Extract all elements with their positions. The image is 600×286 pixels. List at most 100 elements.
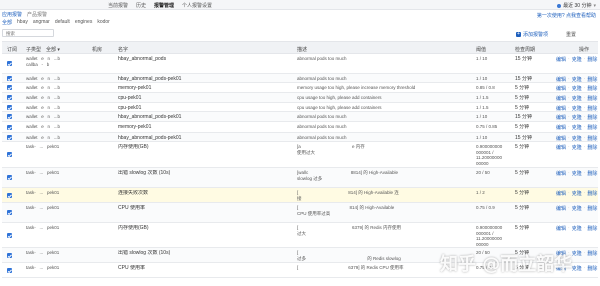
tab-default[interactable]: default [55, 19, 70, 26]
clone-link[interactable]: 克隆 [572, 225, 582, 232]
nav-history[interactable]: 历史 [136, 2, 146, 9]
delete-link[interactable]: 删除 [587, 85, 597, 92]
clone-link[interactable]: 克隆 [572, 144, 582, 151]
edit-link[interactable]: 编辑 [556, 144, 566, 151]
clone-link[interactable]: 克隆 [572, 124, 582, 131]
table-row[interactable]: task- ... pek01 内存使用(GB) [ 6379] 的 Redis 内… [2, 223, 598, 248]
delete-link[interactable]: 删除 [587, 105, 597, 112]
header-threshold[interactable]: 阈值 [476, 46, 486, 53]
clone-link[interactable]: 克隆 [572, 205, 582, 212]
table-row[interactable]: task- ... pek01 CPU 使用率 [ 814] 的 High-Avai… [2, 203, 598, 223]
delete-link[interactable]: 删除 [587, 225, 597, 232]
tab-hbay[interactable]: hbay [17, 19, 28, 26]
clone-link[interactable]: 克隆 [572, 85, 582, 92]
header-description[interactable]: 描述 [297, 46, 307, 53]
clone-link[interactable]: 克隆 [572, 265, 582, 272]
delete-link[interactable]: 删除 [587, 250, 597, 257]
edit-link[interactable]: 编辑 [556, 85, 566, 92]
clone-link[interactable]: 克隆 [572, 250, 582, 257]
edit-link[interactable]: 编辑 [556, 205, 566, 212]
subscribe-checkbox[interactable] [7, 268, 12, 273]
clone-link[interactable]: 克隆 [572, 95, 582, 102]
delete-link[interactable]: 删除 [587, 190, 597, 197]
delete-link[interactable]: 删除 [587, 265, 597, 272]
search-input[interactable] [3, 30, 53, 36]
subscribe-checkbox[interactable] [7, 135, 12, 140]
delete-link[interactable]: 删除 [587, 205, 597, 212]
nav-personal-settings[interactable]: 个人报警设置 [182, 2, 212, 9]
subscribe-checkbox[interactable] [7, 105, 12, 110]
nav-current-alarm[interactable]: 当前报警 [108, 2, 128, 9]
add-alarm-button[interactable]: + 添加报警项 [516, 31, 548, 38]
clone-link[interactable]: 克隆 [572, 170, 582, 177]
table-row[interactable]: task- ... pek01 内存使用(GB) [a e 内存 使用过大 0.900… [2, 142, 598, 168]
subscribe-checkbox[interactable] [7, 210, 12, 215]
edit-link[interactable]: 编辑 [556, 56, 566, 63]
subscribe-checkbox[interactable] [7, 114, 12, 119]
subscribe-checkbox[interactable] [7, 95, 12, 100]
subscribe-checkbox[interactable] [7, 253, 12, 258]
table-row[interactable]: wallet e n ...b hbay_abnormal_pods-pek01 a… [2, 112, 598, 122]
table-row[interactable]: wallet e n ...b memory-pek01 memory usage … [2, 83, 598, 93]
clone-link[interactable]: 克隆 [572, 76, 582, 83]
header-period[interactable]: 检查周期 [515, 46, 535, 53]
nav-alarm-manage[interactable]: 报警管理 [154, 2, 174, 9]
help-link[interactable]: 第一次使用? 点我查看帮助 [537, 12, 596, 19]
table-row[interactable]: wallet e n ...b memory-pek01 abnormal pods… [2, 122, 598, 133]
table-row[interactable]: wallet e n ...b hbay_abnormal_pods-pek01 a… [2, 133, 598, 142]
edit-link[interactable]: 编辑 [556, 124, 566, 131]
edit-link[interactable]: 编辑 [556, 135, 566, 142]
delete-link[interactable]: 删除 [587, 144, 597, 151]
table-row[interactable]: wallet e n ...b cpu-pek01 cpu usage too hi… [2, 103, 598, 112]
delete-link[interactable]: 删除 [587, 114, 597, 121]
clone-link[interactable]: 克隆 [572, 135, 582, 142]
subscribe-checkbox[interactable] [7, 233, 12, 238]
header-subtype[interactable]: 子类型 [26, 46, 41, 53]
table-row[interactable]: wallet e n ...b callba - b hbay_abnormal_p… [2, 54, 598, 74]
delete-link[interactable]: 删除 [587, 95, 597, 102]
subscribe-checkbox[interactable] [7, 61, 12, 66]
tab-angmar[interactable]: angmar [33, 19, 50, 26]
table-row[interactable]: wallet e n ...b hbay_abnormal_pods-pek01 a… [2, 74, 598, 83]
subscribe-checkbox[interactable] [7, 76, 12, 81]
table-row[interactable]: wallet e n ...b cpu-pek01 cpu usage too hi… [2, 93, 598, 103]
time-range-selector[interactable]: 最近 30 分钟 ▾ [557, 2, 596, 9]
table-row[interactable]: task- ... pek01 连接失败次数 [ 814] 的 High-Avail… [2, 188, 598, 203]
reset-button[interactable]: 重置 [566, 31, 576, 38]
delete-link[interactable]: 删除 [587, 56, 597, 63]
tab-kodor[interactable]: kodor [97, 19, 110, 26]
edit-link[interactable]: 编辑 [556, 76, 566, 83]
edit-link[interactable]: 编辑 [556, 95, 566, 102]
header-all-filter[interactable]: 全部 ▾ [46, 46, 60, 53]
subscribe-checkbox[interactable] [7, 152, 12, 157]
subscribe-checkbox[interactable] [7, 125, 12, 130]
delete-link[interactable]: 删除 [587, 76, 597, 83]
subscribe-checkbox[interactable] [7, 193, 12, 198]
cell-subtype: task- ... pek01 [26, 225, 60, 230]
header-subscribe[interactable]: 订阅 [7, 46, 17, 53]
edit-link[interactable]: 编辑 [556, 114, 566, 121]
clone-link[interactable]: 克隆 [572, 105, 582, 112]
clone-link[interactable]: 克隆 [572, 114, 582, 121]
tab-all[interactable]: 全部 [2, 19, 12, 26]
delete-link[interactable]: 删除 [587, 170, 597, 177]
edit-link[interactable]: 编辑 [556, 105, 566, 112]
cell-threshold: 1 / 1.5 [476, 95, 489, 100]
edit-link[interactable]: 编辑 [556, 170, 566, 177]
subnav-product-alarm[interactable]: 产品报警 [27, 11, 47, 18]
header-room[interactable]: 机房 [92, 46, 102, 53]
table-row[interactable]: task- ... pek01 出错 slowlog 次数 (10s) [wallc… [2, 168, 598, 188]
subscribe-checkbox[interactable] [7, 175, 12, 180]
subscribe-checkbox[interactable] [7, 85, 12, 90]
op-separator: · [568, 85, 570, 91]
delete-link[interactable]: 删除 [587, 135, 597, 142]
subnav-app-alarm[interactable]: 应用报警 [2, 11, 22, 18]
edit-link[interactable]: 编辑 [556, 190, 566, 197]
tab-engines[interactable]: engines [75, 19, 93, 26]
clone-link[interactable]: 克隆 [572, 56, 582, 63]
cell-subtype: task- ... pek01 [26, 265, 60, 270]
header-name[interactable]: 名字 [118, 46, 128, 53]
edit-link[interactable]: 编辑 [556, 225, 566, 232]
delete-link[interactable]: 删除 [587, 124, 597, 131]
clone-link[interactable]: 克隆 [572, 190, 582, 197]
